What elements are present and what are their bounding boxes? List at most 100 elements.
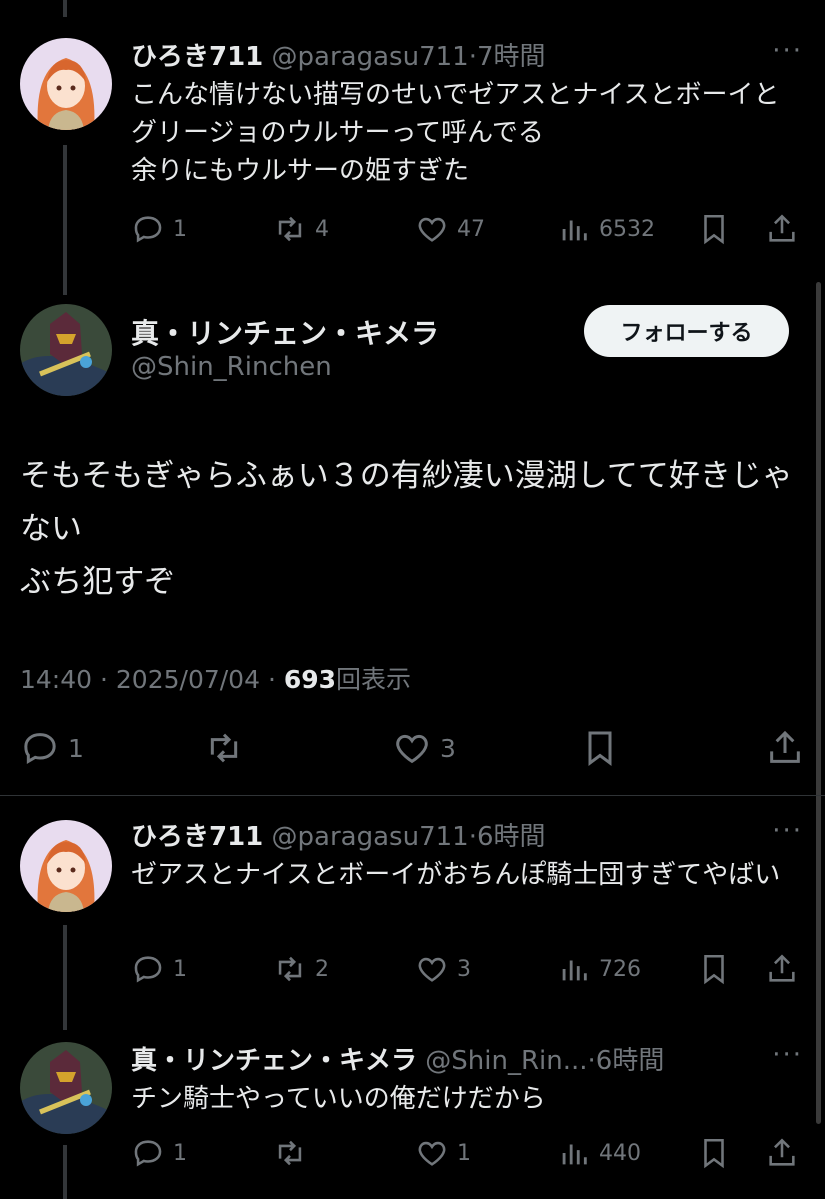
action-bar: 1 4 47 6532 — [131, 212, 807, 252]
retweet-icon — [278, 956, 302, 982]
tweet-text: ゼアスとナイスとボーイがおちんぽ騎士団すぎてやばい — [131, 860, 781, 890]
separator: · — [100, 665, 108, 694]
author-name[interactable]: ひろき711 — [131, 42, 263, 72]
action-bar: 1 2 3 726 — [131, 952, 807, 992]
tweet-time[interactable]: 14:40 — [20, 665, 92, 694]
follow-button[interactable]: フォローする — [584, 305, 789, 357]
share-icon — [769, 1138, 795, 1166]
more-icon[interactable]: ··· — [772, 1040, 803, 1070]
tweet-date[interactable]: 2025/07/04 — [116, 665, 260, 694]
bookmark-button[interactable] — [697, 952, 731, 986]
view-count: 440 — [599, 1140, 641, 1166]
retweet-icon — [210, 733, 238, 763]
reply-icon — [134, 956, 162, 983]
reply-icon — [24, 733, 56, 764]
separator: · — [587, 1046, 596, 1076]
like-button[interactable]: 1 — [415, 1136, 471, 1170]
reply-count: 1 — [173, 956, 187, 982]
tweet-meta: 14:40 · 2025/07/04 · 693回表示 — [20, 660, 411, 696]
separator: · — [267, 665, 276, 694]
reply-button[interactable]: 1 — [131, 1136, 187, 1170]
bookmark-button[interactable] — [580, 728, 620, 768]
author-handle[interactable]: @Shin_Rinchen — [131, 352, 332, 382]
reply-button[interactable]: 1 — [20, 728, 84, 768]
like-count: 1 — [457, 1140, 471, 1166]
author-name[interactable]: 真・リンチェン・キメラ — [131, 312, 439, 352]
reply-count: 1 — [173, 1140, 187, 1166]
view-count: 693 — [283, 665, 337, 694]
share-icon — [769, 954, 795, 982]
like-icon — [396, 734, 428, 764]
like-count: 47 — [457, 216, 485, 242]
share-button[interactable] — [765, 1136, 799, 1170]
like-count: 3 — [440, 733, 456, 763]
reply-count: 1 — [173, 216, 187, 242]
like-button[interactable]: 47 — [415, 212, 485, 246]
bookmark-icon — [704, 1138, 724, 1169]
author-name[interactable]: 真・リンチェン・キメラ — [131, 1046, 417, 1076]
timestamp[interactable]: 6時間 — [596, 1046, 665, 1076]
thread-line — [63, 1145, 67, 1199]
bookmark-icon — [704, 954, 724, 985]
author-name[interactable]: ひろき711 — [131, 822, 263, 852]
author-handle[interactable]: @paragasu711 — [272, 42, 469, 72]
share-button[interactable] — [765, 212, 799, 246]
more-icon[interactable]: ··· — [772, 36, 803, 66]
views-button[interactable]: 6532 — [557, 212, 655, 246]
share-button[interactable] — [765, 728, 805, 768]
anime-girl-avatar-icon — [20, 38, 112, 130]
retweet-count: 4 — [315, 216, 329, 242]
timestamp[interactable]: 6時間 — [477, 822, 546, 852]
reply-button[interactable]: 1 — [131, 212, 187, 246]
divider — [0, 795, 825, 796]
bookmark-button[interactable] — [697, 1136, 731, 1170]
more-icon[interactable]: ··· — [772, 816, 803, 846]
reply-icon — [134, 1140, 162, 1167]
anime-girl-avatar-icon — [20, 820, 112, 912]
bookmark-icon — [588, 731, 612, 766]
retweet-button[interactable] — [273, 1136, 307, 1170]
views-icon — [562, 220, 587, 241]
like-count: 3 — [457, 956, 471, 982]
reply-count: 1 — [68, 733, 84, 763]
bookmark-button[interactable] — [697, 212, 731, 246]
avatar[interactable] — [20, 820, 112, 912]
avatar[interactable] — [20, 1042, 112, 1134]
armored-hero-avatar-icon — [20, 1042, 112, 1134]
retweet-button[interactable]: 2 — [273, 952, 329, 986]
timestamp[interactable]: 7時間 — [477, 42, 546, 72]
views-button[interactable]: 726 — [557, 952, 641, 986]
like-icon — [418, 957, 446, 982]
author-handle[interactable]: @Shin_Rin... — [425, 1046, 587, 1076]
views-icon — [562, 1144, 587, 1165]
view-count: 726 — [599, 956, 641, 982]
separator: · — [468, 42, 477, 72]
reply-icon — [134, 216, 162, 243]
views-label: 回表示 — [336, 665, 412, 694]
retweet-count: 2 — [315, 956, 329, 982]
separator: · — [468, 822, 477, 852]
thread-line — [63, 0, 67, 17]
like-icon — [418, 217, 446, 242]
like-icon — [418, 1141, 446, 1166]
retweet-button[interactable] — [204, 728, 244, 768]
tweet-text: こんな情けない描写のせいでゼアスとナイスとボーイとグリージョのウルサーって呼んで… — [131, 76, 791, 190]
share-button[interactable] — [765, 952, 799, 986]
tweet-text: そもそもぎゃらふぁい３の有紗凄い漫湖してて好きじゃない ぶち犯すぞ — [20, 458, 793, 600]
avatar[interactable] — [20, 304, 112, 396]
share-icon — [770, 730, 800, 763]
bookmark-icon — [704, 214, 724, 245]
like-button[interactable]: 3 — [415, 952, 471, 986]
author-handle[interactable]: @paragasu711 — [272, 822, 469, 852]
main-action-bar: 1 3 — [20, 728, 805, 772]
tweet-text-body: こんな情けない描写のせいでゼアスとナイスとボーイとグリージョのウルサーって呼んで… — [131, 80, 780, 186]
retweet-button[interactable]: 4 — [273, 212, 329, 246]
avatar[interactable] — [20, 38, 112, 130]
like-button[interactable]: 3 — [392, 728, 456, 768]
views-button[interactable]: 440 — [557, 1136, 641, 1170]
scrollbar[interactable] — [816, 282, 821, 1124]
retweet-icon — [278, 1140, 302, 1166]
retweet-icon — [278, 216, 302, 242]
tweet-text: チン騎士やっていいの俺だけだから — [131, 1084, 546, 1114]
reply-button[interactable]: 1 — [131, 952, 187, 986]
